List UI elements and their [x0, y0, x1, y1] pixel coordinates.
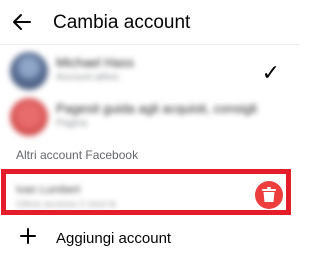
account-subtitle: Account attivo: [56, 72, 119, 83]
checkmark-icon: ✓: [261, 60, 280, 85]
account-row-current[interactable]: Michael Hass Account attivo ✓: [0, 46, 300, 98]
arrow-left-icon[interactable]: [10, 10, 34, 34]
account-row-page[interactable]: Pagesit guida agli acquisti, consigli Pa…: [0, 92, 300, 144]
header-divider: [0, 44, 300, 45]
highlighted-account-row[interactable]: Ivan Lumbert Ultimo accesso 2 mesi fa: [1, 169, 291, 215]
account-name: Pagesit guida agli acquisti, consigli: [56, 101, 257, 116]
section-label: Altri account Facebook: [16, 148, 139, 162]
account-name: Ivan Lumbert: [16, 184, 81, 196]
add-account-label: Aggiungi account: [56, 230, 172, 247]
account-name: Michael Hass: [56, 55, 135, 70]
trash-icon: [262, 187, 276, 202]
delete-account-button[interactable]: [255, 181, 283, 209]
account-subtitle: Pagina: [56, 118, 88, 129]
account-subtitle: Ultimo accesso 2 mesi fa: [16, 199, 117, 209]
avatar: [10, 98, 48, 136]
page-title: Cambia account: [53, 12, 191, 33]
add-account-button[interactable]: Aggiungi account: [0, 222, 300, 258]
avatar: [10, 52, 48, 90]
app-header: Cambia account: [0, 0, 300, 46]
plus-icon: [20, 228, 36, 244]
